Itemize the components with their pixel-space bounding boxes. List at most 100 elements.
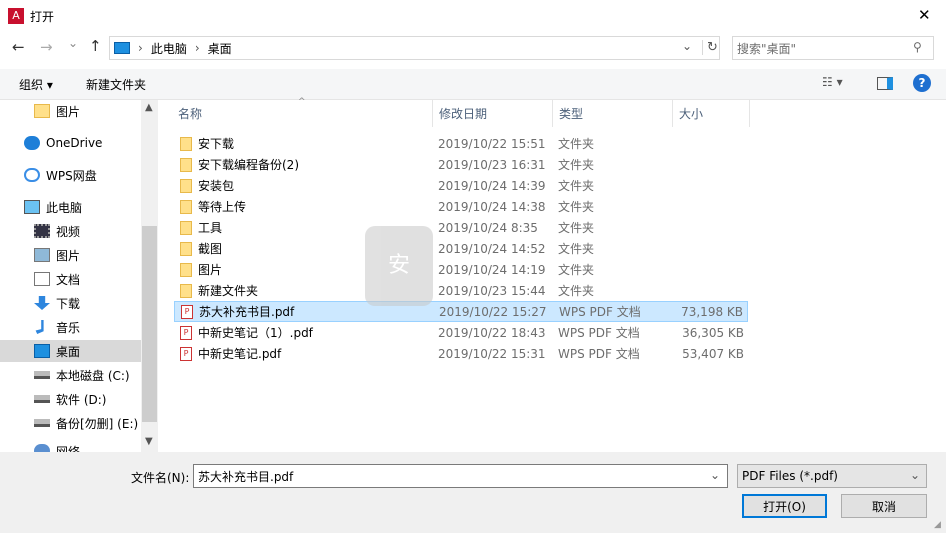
file-name: 安装包	[198, 179, 235, 193]
column-header-type[interactable]: 类型	[553, 100, 673, 127]
up-button[interactable]: ↑	[89, 37, 102, 55]
search-input[interactable]: 搜索"桌面" ⚲	[732, 36, 934, 60]
video-icon	[34, 224, 50, 238]
column-header-size[interactable]: 大小	[673, 100, 750, 127]
scroll-up-arrow[interactable]: ▲	[145, 102, 153, 113]
sidebar-item[interactable]: 图片	[0, 244, 141, 266]
breadcrumb-separator: ›	[138, 41, 143, 55]
address-bar[interactable]: › 此电脑 › 桌面 ⌄ ↻	[109, 36, 720, 60]
navigation-pane: 图片 OneDrive WPS网盘 此电脑 视频 图片 文档 下载 音乐 桌面 本地磁盘 (C:) 软…	[0, 100, 158, 452]
file-row[interactable]: 等待上传 2019/10/24 14:38 文件夹	[174, 196, 748, 217]
cancel-button[interactable]: 取消	[841, 494, 927, 518]
file-row[interactable]: P 苏大补充书目.pdf 2019/10/22 15:27 WPS PDF 文档 73,…	[174, 301, 748, 322]
filename-input[interactable]: 苏大补充书目.pdf ⌄	[193, 464, 728, 488]
dialog-footer: 文件名(N): 苏大补充书目.pdf ⌄ PDF Files (*.pdf) ⌄…	[0, 452, 946, 533]
file-row[interactable]: 安下载 2019/10/22 15:51 文件夹	[174, 133, 748, 154]
folder-icon	[180, 178, 192, 193]
file-type-dropdown-arrow: ⌄	[910, 468, 921, 482]
file-row[interactable]: P 中新史笔记.pdf 2019/10/22 15:31 WPS PDF 文档 53,4…	[174, 343, 748, 364]
sidebar-item-label: 视频	[56, 224, 81, 239]
file-name: 新建文件夹	[198, 284, 259, 298]
breadcrumb-separator: ›	[194, 41, 200, 55]
folder-icon	[180, 262, 192, 277]
sidebar-item[interactable]: 软件 (D:)	[0, 388, 141, 410]
resize-grip[interactable]: ◢	[934, 520, 941, 530]
breadcrumb-this-pc[interactable]: 此电脑	[151, 40, 187, 57]
computer-icon	[114, 42, 130, 54]
file-date: 2019/10/22 15:51	[438, 136, 546, 151]
file-row[interactable]: 新建文件夹 2019/10/23 15:44 文件夹	[174, 280, 748, 301]
file-row[interactable]: 工具 2019/10/24 8:35 文件夹	[174, 217, 748, 238]
file-row[interactable]: 图片 2019/10/24 14:19 文件夹	[174, 259, 748, 280]
file-type: 文件夹	[558, 137, 595, 151]
file-date: 2019/10/24 14:52	[438, 241, 546, 256]
file-type-select[interactable]: PDF Files (*.pdf) ⌄	[737, 464, 927, 488]
column-header-date[interactable]: 修改日期	[433, 100, 553, 127]
breadcrumb-desktop[interactable]: 桌面	[208, 40, 232, 57]
scrollbar-thumb[interactable]	[142, 226, 157, 422]
sidebar-item[interactable]: 文档	[0, 268, 141, 290]
new-folder-button[interactable]: 新建文件夹	[86, 76, 146, 93]
file-date: 2019/10/22 18:43	[438, 325, 546, 340]
sidebar-item[interactable]: 视频	[0, 220, 141, 242]
sidebar-item-label: 桌面	[56, 344, 81, 359]
sidebar-item-label: 文档	[56, 272, 81, 287]
filename-dropdown-arrow[interactable]: ⌄	[710, 468, 720, 482]
file-type: 文件夹	[558, 200, 595, 214]
column-header-name[interactable]: 名称	[160, 100, 433, 127]
file-name: 苏大补充书目.pdf	[199, 305, 295, 319]
organize-button[interactable]: 组织 ▾	[19, 76, 53, 93]
file-type: 文件夹	[558, 158, 595, 172]
folder-icon	[34, 104, 50, 118]
file-name: 安下载	[198, 137, 235, 151]
file-type: WPS PDF 文档	[558, 326, 640, 340]
sidebar-item[interactable]: 备份[勿删] (E:)	[0, 412, 141, 434]
sidebar-item[interactable]: 桌面	[0, 340, 141, 362]
desktop-icon	[34, 344, 50, 358]
file-row[interactable]: P 中新史笔记（1）.pdf 2019/10/22 18:43 WPS PDF 文档 3…	[174, 322, 748, 343]
file-type: WPS PDF 文档	[559, 305, 641, 319]
folder-icon	[180, 241, 192, 256]
filename-value: 苏大补充书目.pdf	[198, 469, 294, 484]
sidebar-item[interactable]: 网络	[0, 440, 141, 452]
file-date: 2019/10/23 15:44	[438, 283, 546, 298]
file-date: 2019/10/23 16:31	[438, 157, 546, 172]
preview-pane-icon[interactable]	[877, 77, 893, 90]
file-row[interactable]: 安下载编程备份(2) 2019/10/23 16:31 文件夹	[174, 154, 748, 175]
folder-icon	[180, 157, 192, 172]
open-button[interactable]: 打开(O)	[742, 494, 827, 518]
scroll-down-arrow[interactable]: ▼	[145, 436, 153, 447]
computer-icon	[24, 200, 40, 214]
sidebar-item[interactable]: WPS网盘	[0, 164, 141, 186]
sidebar-item[interactable]: 下载	[0, 292, 141, 314]
sidebar-item[interactable]: 本地磁盘 (C:)	[0, 364, 141, 386]
recent-locations-button[interactable]: ⌄	[68, 36, 78, 50]
sidebar-item-label: 图片	[56, 248, 81, 263]
sidebar-item-label: 音乐	[56, 320, 81, 335]
sidebar-item[interactable]: 音乐	[0, 316, 141, 338]
view-options-button[interactable]: ☷ ▾	[822, 75, 843, 89]
file-name: 图片	[198, 263, 223, 277]
back-button[interactable]: ←	[12, 38, 25, 56]
file-name: 工具	[198, 221, 223, 235]
address-dropdown[interactable]: ⌄	[682, 39, 692, 53]
help-icon[interactable]: ?	[913, 74, 931, 92]
pdf-file-icon: P	[180, 325, 192, 340]
file-type: WPS PDF 文档	[558, 347, 640, 361]
forward-button[interactable]: →	[40, 38, 53, 56]
search-icon: ⚲	[913, 40, 922, 54]
folder-icon	[180, 136, 192, 151]
file-name: 中新史笔记（1）.pdf	[198, 326, 313, 340]
close-button[interactable]: ✕	[918, 6, 931, 24]
sidebar-item[interactable]: 图片	[0, 100, 141, 122]
sidebar-item-label: WPS网盘	[46, 168, 97, 183]
sidebar-item[interactable]: 此电脑	[0, 196, 141, 218]
refresh-button[interactable]: ↻	[702, 40, 718, 55]
navigation-row: ← → ⌄ ↑ › 此电脑 › 桌面 ⌄ ↻ 搜索"桌面" ⚲	[0, 32, 946, 68]
sidebar-item[interactable]: OneDrive	[0, 132, 141, 154]
file-row[interactable]: 安装包 2019/10/24 14:39 文件夹	[174, 175, 748, 196]
file-date: 2019/10/24 8:35	[438, 220, 538, 235]
file-row[interactable]: 截图 2019/10/24 14:52 文件夹	[174, 238, 748, 259]
sidebar-scrollbar[interactable]: ▲ ▼	[141, 100, 158, 452]
file-type: 文件夹	[558, 263, 595, 277]
